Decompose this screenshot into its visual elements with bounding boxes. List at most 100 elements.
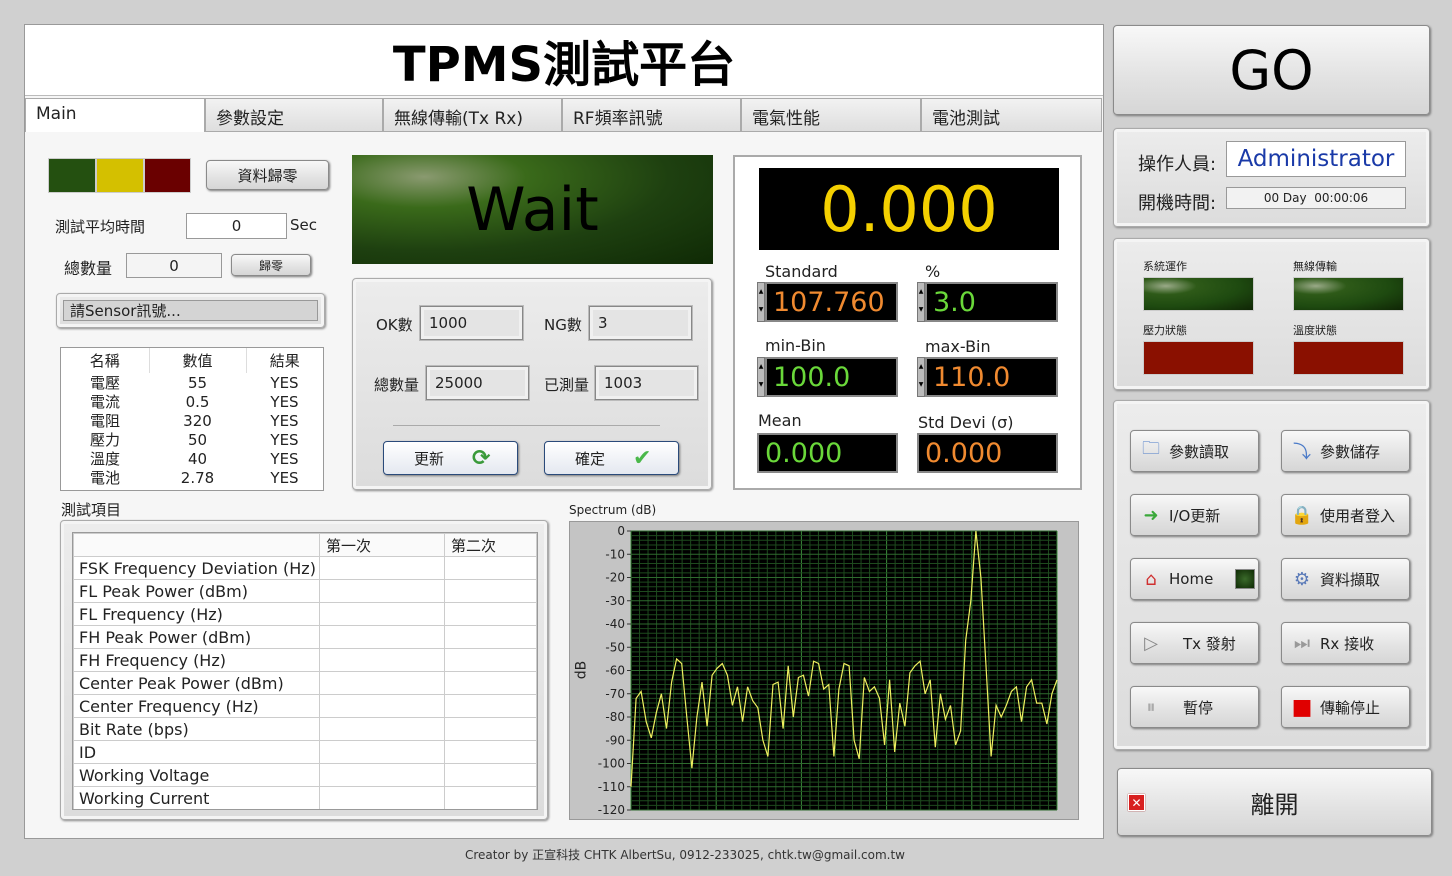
max-bin-display[interactable]: 110.0 [925,357,1058,397]
max-bin-spinner[interactable]: ▲ ▼ [917,357,925,397]
max-bin-value: 110.0 [933,361,1011,393]
test-item-cell[interactable] [319,602,445,626]
test-item-cell[interactable] [444,648,537,672]
test-item-cell[interactable] [444,740,537,764]
indicator-led [1293,341,1404,375]
test-item-cell[interactable] [444,579,537,603]
table-cell: 電流 [89,392,120,411]
test-item-cell[interactable] [319,579,445,603]
title-bar: TPMS測試平台 [25,25,1103,96]
table-cell: 電池 [89,468,120,487]
table-row: 溫度 40 YES [61,449,323,468]
percent-label: % [925,262,941,281]
tab-wireless[interactable]: 無線傳輸(Tx Rx) [383,98,562,132]
test-item-name: Center Peak Power (dBm) [73,671,320,695]
test-item-cell[interactable] [444,556,537,580]
action-button-stop[interactable]: ■ 傳輸停止 [1281,686,1410,728]
button-label: 暫停 [1183,698,1214,717]
go-button[interactable]: GO [1113,25,1430,115]
refresh-button[interactable]: 更新 ⟳ [383,441,518,475]
table-cell: 電阻 [89,411,120,430]
test-item-cell[interactable] [444,763,537,787]
ok-count-field: 1000 [420,306,523,340]
tab-label: 無線傳輸(Tx Rx) [394,109,523,129]
action-button-gear[interactable]: ⚙ 資料擷取 [1281,558,1410,600]
tab-rf[interactable]: RF頻率訊號 [562,98,741,132]
test-item-cell[interactable] [444,671,537,695]
action-button-lock[interactable]: 🔒 使用者登入 [1281,494,1410,536]
tab-params[interactable]: 參數設定 [205,98,383,132]
test-item-cell[interactable] [319,740,445,764]
table-cell: YES [270,411,299,430]
table-cell: 55 [187,373,208,392]
test-item-cell[interactable] [319,763,445,787]
test-item-cell[interactable] [319,648,445,672]
tab-battery[interactable]: 電池測試 [921,98,1102,132]
counter-total-label: 總數量 [374,376,420,394]
min-bin-spinner[interactable]: ▲ ▼ [757,357,765,397]
action-button-pause[interactable]: ⏸ 暫停 [1130,686,1259,728]
action-button-skip[interactable]: ⏭ Rx 接收 [1281,622,1410,664]
std-dev-display: 0.000 [917,433,1058,473]
table-row: FSK Frequency Deviation (Hz) [73,556,537,580]
standard-spinner[interactable]: ▲ ▼ [757,282,765,322]
percent-display[interactable]: 3.0 [925,282,1058,322]
test-item-name: Bit Rate (bps) [73,717,320,741]
test-item-cell[interactable] [319,786,445,809]
test-item-cell[interactable] [319,694,445,718]
button-label: 參數儲存 [1320,442,1381,461]
button-label: Tx 發射 [1183,634,1236,653]
table-row: 壓力 50 YES [61,430,323,449]
main-value-display: 0.000 [759,168,1059,250]
tab-main[interactable]: Main [25,98,205,132]
table-row: FH Frequency (Hz) [73,648,537,672]
y-tick-label: -10 [605,547,625,561]
min-bin-display[interactable]: 100.0 [765,357,898,397]
standard-display[interactable]: 107.760 [765,282,898,322]
action-button-refresh-arrow[interactable]: ➜ I/O更新 [1130,494,1259,536]
test-item-cell[interactable] [319,556,445,580]
indicator-led [1143,341,1254,375]
y-tick-label: -70 [605,687,625,701]
table-row: 電池 2.78 YES [61,468,323,487]
test-item-cell[interactable] [444,602,537,626]
measured-value: 1003 [604,374,643,392]
y-tick-label: -100 [598,757,625,771]
uptime-value: 00 Day 00:00:06 [1263,191,1369,205]
indicator-label: 溫度狀態 [1293,324,1337,337]
test-item-cell[interactable] [319,671,445,695]
table-cell: YES [270,392,299,411]
column-header: 第一次 [319,533,445,557]
action-button-home[interactable]: ⌂ Home [1130,558,1259,600]
stop-icon: ■ [1291,694,1313,720]
play-icon: ▷ [1144,632,1158,654]
y-tick-label: -110 [598,780,625,794]
test-item-cell[interactable] [444,694,537,718]
test-item-cell[interactable] [444,625,537,649]
std-dev-value: 0.000 [925,437,1003,469]
main-value: 0.000 [820,172,998,246]
zero-button[interactable]: 歸零 [231,254,311,276]
table-row: 電阻 320 YES [61,411,323,430]
test-item-cell[interactable] [444,786,537,809]
button-label: 參數讀取 [1169,442,1230,461]
test-item-cell[interactable] [319,717,445,741]
button-label: Home [1169,570,1214,588]
total-field: 0 [126,253,222,278]
tab-electrical[interactable]: 電氣性能 [741,98,921,132]
mean-label: Mean [758,411,802,430]
action-button-save-drive[interactable]: ⤵ 參數儲存 [1281,430,1410,472]
table-row: FL Frequency (Hz) [73,602,537,626]
test-item-cell[interactable] [444,717,537,741]
reset-data-button[interactable]: 資料歸零 [206,160,329,190]
action-button-folder[interactable]: 🗀 參數讀取 [1130,430,1259,472]
action-button-play[interactable]: ▷ Tx 發射 [1130,622,1259,664]
operator-field[interactable]: Administrator [1226,141,1406,177]
percent-spinner[interactable]: ▲ ▼ [917,282,925,322]
confirm-button[interactable]: 確定 ✔ [544,441,679,475]
column-header: 第二次 [444,533,537,557]
gear-icon: ⚙ [1293,568,1311,590]
test-item-cell[interactable] [319,625,445,649]
counter-total-value: 25000 [435,374,483,392]
exit-button[interactable]: ✕ 離開 [1117,768,1432,836]
